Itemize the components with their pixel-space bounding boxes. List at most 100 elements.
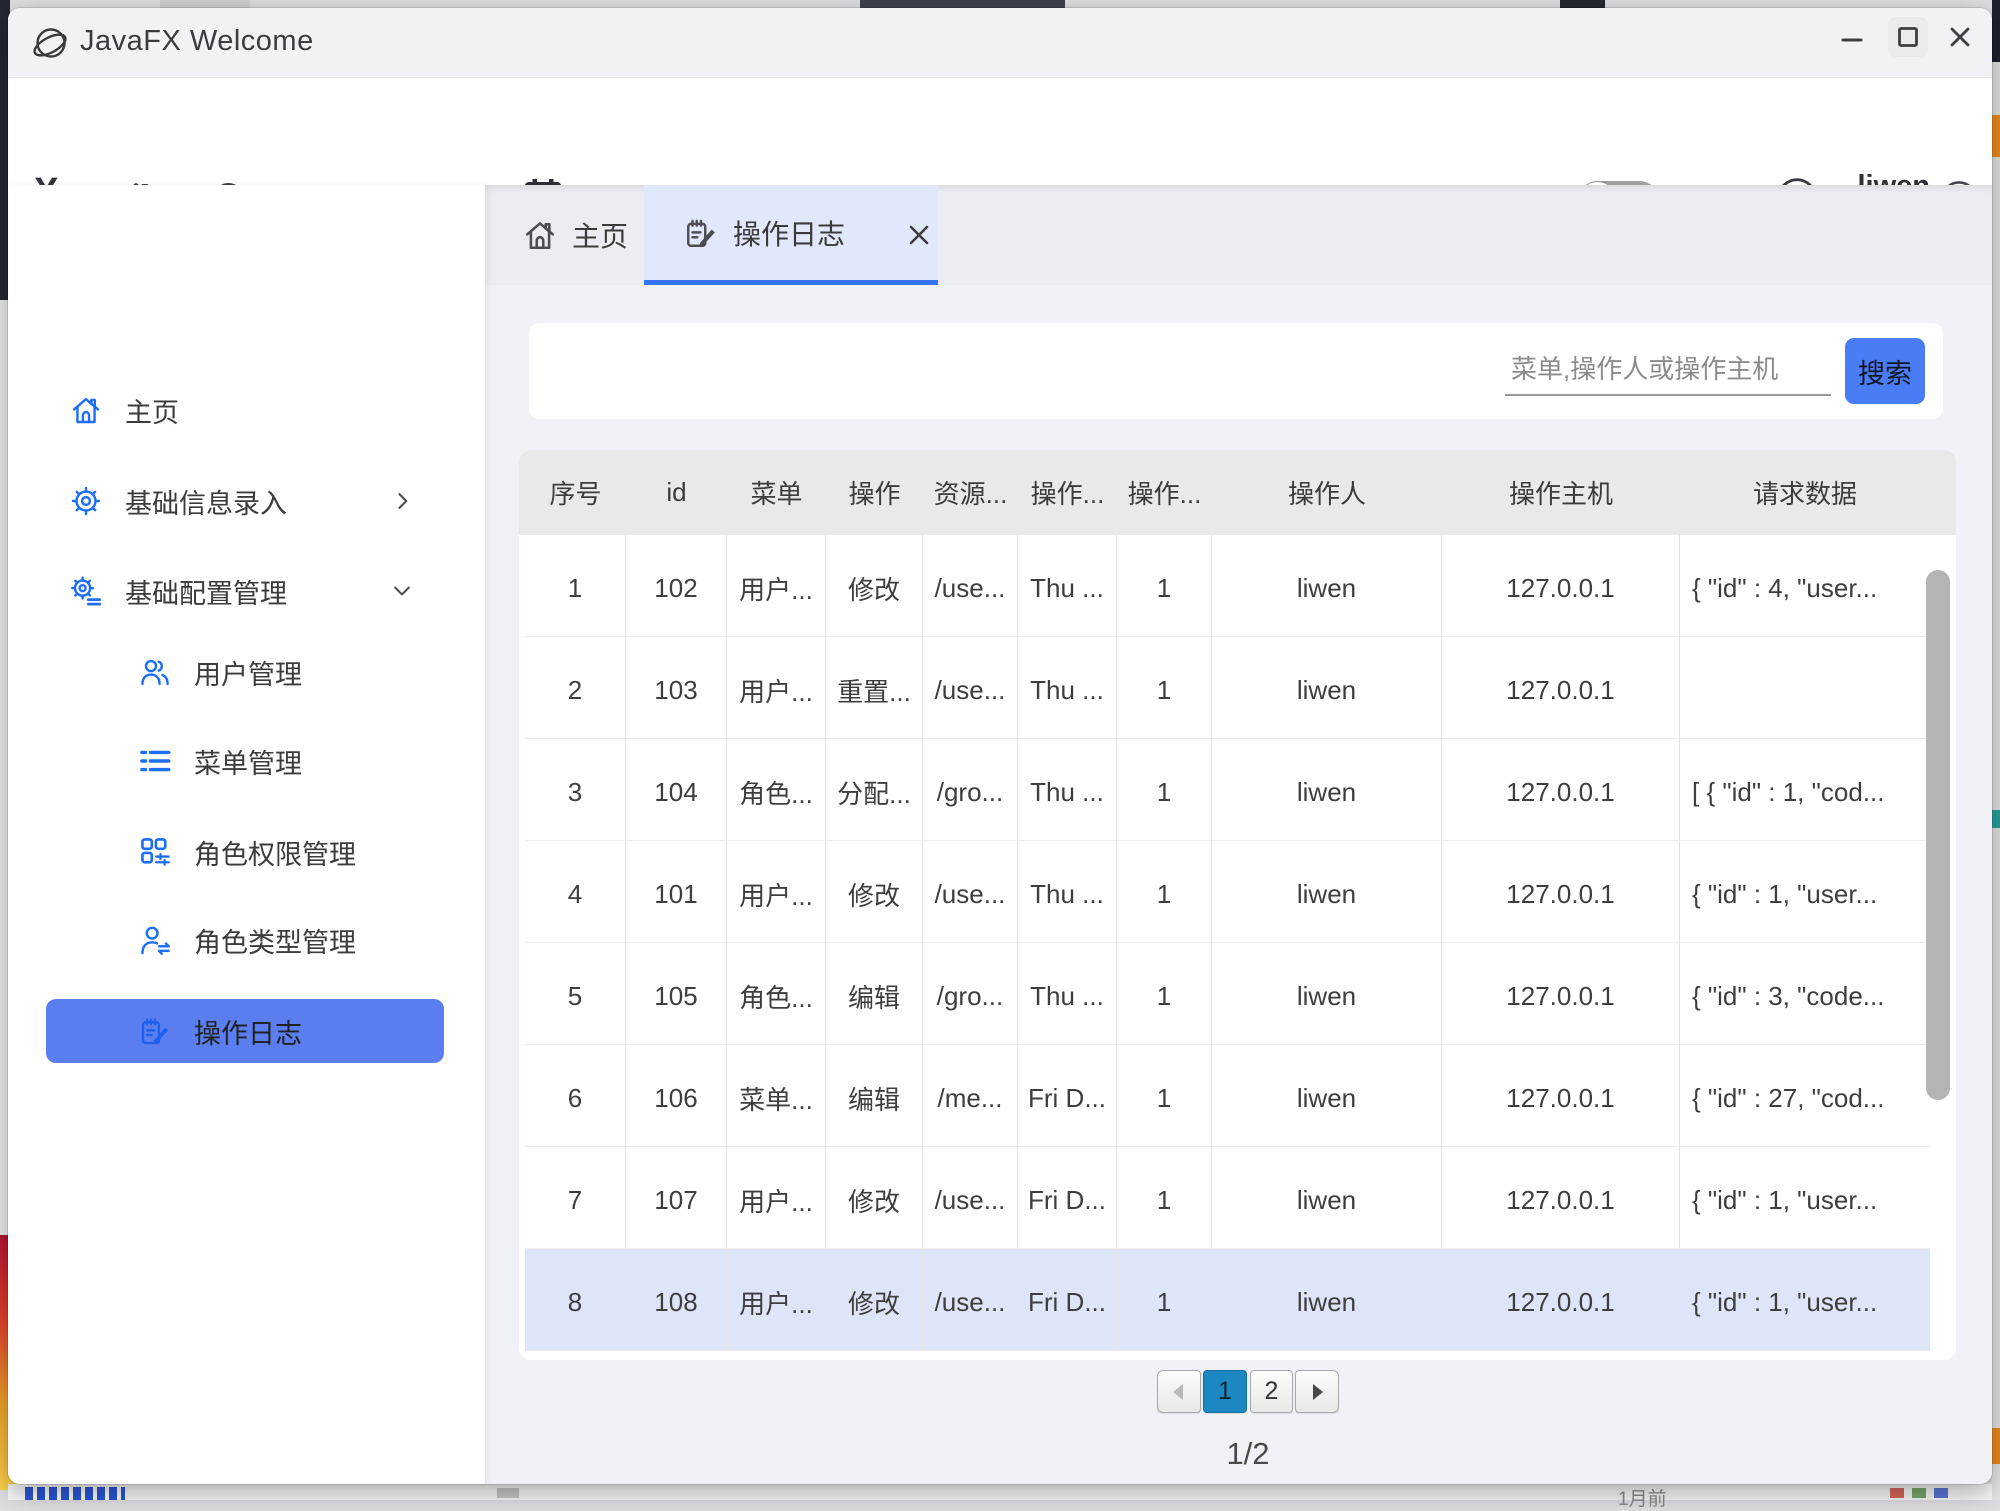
notepad-pencil-icon: [684, 216, 718, 250]
table-row[interactable]: 2103用户...重置.../use...Thu ...1liwen127.0.…: [525, 637, 1930, 739]
table-cell: liwen: [1212, 1045, 1442, 1146]
tab-home[interactable]: 主页: [501, 185, 651, 285]
table-cell: { "id" : 1, "user...: [1680, 841, 1930, 942]
table-cell: 127.0.0.1: [1442, 943, 1680, 1044]
sidebar-item-role-type-management[interactable]: 角色类型管理: [46, 908, 444, 972]
table-cell: liwen: [1212, 841, 1442, 942]
vertical-scrollbar-thumb[interactable]: [1926, 570, 1950, 1100]
sidebar-item-home[interactable]: 主页: [46, 378, 444, 442]
page-2-button[interactable]: 2: [1250, 1370, 1293, 1413]
sidebar-item-basic-config-management[interactable]: 基础配置管理: [46, 559, 444, 623]
sidebar-item-menu-management[interactable]: 菜单管理: [46, 729, 444, 793]
table-cell: 1: [1117, 943, 1212, 1044]
sidebar-item-label: 主页: [125, 391, 179, 430]
column-header[interactable]: 菜单: [727, 450, 826, 535]
sidebar-item-operation-log[interactable]: 操作日志: [46, 999, 444, 1063]
previous-page-button[interactable]: [1157, 1370, 1201, 1413]
table-cell: 105: [626, 943, 727, 1044]
table-cell: { "id" : 1, "user...: [1680, 1249, 1930, 1350]
table-cell: 107: [626, 1147, 727, 1248]
table-cell: /gro...: [923, 943, 1018, 1044]
background-glyph-fragment: [1934, 1488, 1948, 1498]
table-cell: 修改: [826, 1249, 923, 1350]
next-page-button[interactable]: [1295, 1370, 1339, 1413]
table-cell: 1: [1117, 535, 1212, 636]
column-header[interactable]: id: [626, 450, 727, 535]
table-cell: 127.0.0.1: [1442, 637, 1680, 738]
table-cell: { "id" : 3, "code...: [1680, 943, 1930, 1044]
sidebar-item-user-management[interactable]: 用户管理: [46, 640, 444, 704]
table-cell: 108: [626, 1249, 727, 1350]
table-row[interactable]: 4101用户...修改/use...Thu ...1liwen127.0.0.1…: [525, 841, 1930, 943]
table-cell: /use...: [923, 1147, 1018, 1248]
table-row[interactable]: 8108用户...修改/use...Fri D...1liwen127.0.0.…: [525, 1249, 1930, 1351]
toolbar: X 暗色: [8, 78, 1992, 185]
table-cell: Fri D...: [1018, 1249, 1117, 1350]
table-cell: { "id" : 1, "user...: [1680, 1147, 1930, 1248]
column-header[interactable]: 操作人: [1212, 450, 1442, 535]
sidebar-item-role-permission-management[interactable]: 角色权限管理: [46, 820, 444, 884]
maximize-button[interactable]: [1888, 17, 1928, 57]
table-cell: liwen: [1212, 943, 1442, 1044]
table-cell: 106: [626, 1045, 727, 1146]
sidebar-item-label: 角色类型管理: [194, 921, 356, 960]
table-row[interactable]: 7107用户...修改/use...Fri D...1liwen127.0.0.…: [525, 1147, 1930, 1249]
users-icon: [139, 656, 171, 688]
close-button[interactable]: [1940, 17, 1980, 57]
table-cell: { "id" : 27, "cod...: [1680, 1045, 1930, 1146]
column-header[interactable]: 操作...: [1018, 450, 1117, 535]
gear-lines-icon: [70, 575, 102, 607]
table-cell: 101: [626, 841, 727, 942]
table-cell: 编辑: [826, 1045, 923, 1146]
background-peek-text: 1月前: [1618, 1484, 1667, 1511]
table-cell: 角色...: [727, 739, 826, 840]
background-taskbar-fragment: [8, 1484, 1992, 1500]
table-cell: [ { "id" : 1, "cod...: [1680, 739, 1930, 840]
gear-icon: [70, 485, 102, 517]
page-summary: 1/2: [1148, 1436, 1348, 1472]
table-cell: 127.0.0.1: [1442, 739, 1680, 840]
search-button[interactable]: 搜索: [1845, 338, 1925, 404]
table-cell: /use...: [923, 1249, 1018, 1350]
app-logo-icon: [30, 22, 74, 66]
sidebar-item-basic-info-entry[interactable]: 基础信息录入: [46, 469, 444, 533]
table-cell: 修改: [826, 841, 923, 942]
table-cell: [1680, 637, 1930, 738]
table-row[interactable]: 6106菜单...编辑/me...Fri D...1liwen127.0.0.1…: [525, 1045, 1930, 1147]
table-cell: 127.0.0.1: [1442, 1147, 1680, 1248]
table-cell: liwen: [1212, 1147, 1442, 1248]
background-window-fragment: [1992, 1428, 2000, 1464]
minimize-button[interactable]: [1832, 17, 1872, 57]
table-cell: 127.0.0.1: [1442, 841, 1680, 942]
table-cell: 102: [626, 535, 727, 636]
column-header[interactable]: 操作主机: [1442, 450, 1680, 535]
operation-log-table: 序号id菜单操作资源...操作...操作...操作人操作主机请求数据 1102用…: [519, 450, 1956, 1360]
column-header[interactable]: 资源...: [923, 450, 1018, 535]
column-header[interactable]: 操作: [826, 450, 923, 535]
table-cell: /use...: [923, 841, 1018, 942]
table-cell: 1: [1117, 1249, 1212, 1350]
table-row[interactable]: 3104角色...分配.../gro...Thu ...1liwen127.0.…: [525, 739, 1930, 841]
table-cell: Thu ...: [1018, 943, 1117, 1044]
close-icon[interactable]: [905, 221, 933, 249]
table-cell: 2: [525, 637, 626, 738]
table-cell: Thu ...: [1018, 637, 1117, 738]
tab-operation-log[interactable]: 操作日志: [644, 185, 938, 285]
tab-label: 操作日志: [733, 213, 845, 253]
column-header[interactable]: 操作...: [1117, 450, 1212, 535]
background-window-fragment: [1992, 0, 2000, 1500]
table-cell: 127.0.0.1: [1442, 1045, 1680, 1146]
background-glyph-fragment: [1890, 1488, 1904, 1498]
column-header[interactable]: 序号: [525, 450, 626, 535]
sidebar-item-label: 基础信息录入: [125, 482, 287, 521]
page-1-button[interactable]: 1: [1203, 1370, 1247, 1413]
table-cell: Thu ...: [1018, 841, 1117, 942]
table-cell: /use...: [923, 637, 1018, 738]
table-row[interactable]: 1102用户...修改/use...Thu ...1liwen127.0.0.1…: [525, 535, 1930, 637]
sidebar-item-label: 操作日志: [194, 1012, 302, 1051]
table-row[interactable]: 5105角色...编辑/gro...Thu ...1liwen127.0.0.1…: [525, 943, 1930, 1045]
column-header[interactable]: 请求数据: [1680, 450, 1930, 535]
table-cell: 1: [1117, 1045, 1212, 1146]
table-cell: 分配...: [826, 739, 923, 840]
search-input[interactable]: [1505, 344, 1831, 396]
